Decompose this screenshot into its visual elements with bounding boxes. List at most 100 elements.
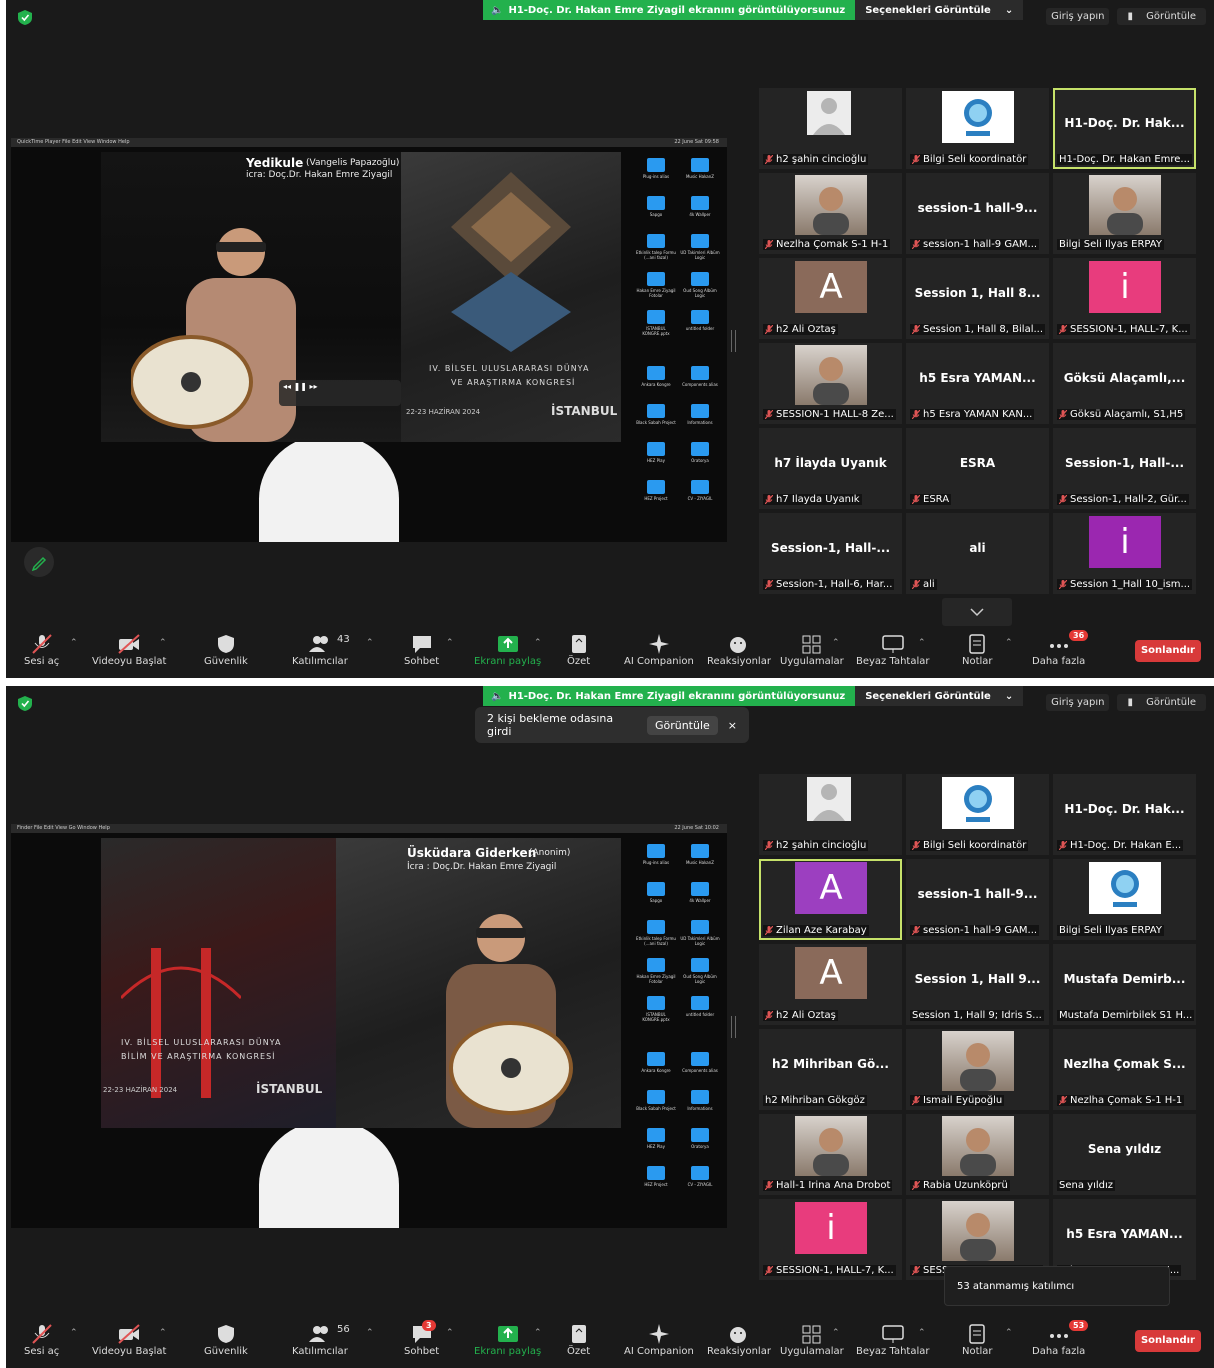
- participant-tile[interactable]: Rabia Uzunköprü: [906, 1114, 1049, 1195]
- caret-up-icon[interactable]: ⌃: [159, 1328, 167, 1338]
- share-screen-button[interactable]: Ekranı paylaş: [474, 634, 541, 667]
- participant-tile[interactable]: i SESSION-1, HALL-7, K...: [759, 1199, 902, 1280]
- participant-tile[interactable]: A Zilan Aze Karabay: [759, 859, 902, 940]
- folder-icon[interactable]: [647, 366, 665, 380]
- folder-icon[interactable]: [647, 920, 665, 934]
- folder-icon[interactable]: [691, 404, 709, 418]
- caret-up-icon[interactable]: ⌃: [446, 638, 454, 648]
- folder-icon[interactable]: [691, 196, 709, 210]
- share-screen-button[interactable]: Ekranı paylaş: [474, 1324, 541, 1357]
- participant-tile[interactable]: Session 1, Hall 8... Session 1, Hall 8, B…: [906, 258, 1049, 339]
- caret-up-icon[interactable]: ⌃: [832, 638, 840, 648]
- notification-close-button[interactable]: ×: [728, 719, 737, 732]
- folder-icon[interactable]: [647, 958, 665, 972]
- folder-icon[interactable]: [691, 234, 709, 248]
- mute-button[interactable]: Sesi aç: [24, 634, 59, 667]
- participant-tile[interactable]: H1-Doç. Dr. Hak... H1-Doç. Dr. Hakan Emre…: [1053, 88, 1196, 169]
- video-controls[interactable]: ◂◂ ❚❚ ▸▸: [279, 380, 401, 406]
- participant-tile[interactable]: ESRA ESRA: [906, 428, 1049, 509]
- folder-icon[interactable]: [647, 1166, 665, 1180]
- ai-companion-button[interactable]: AI Companion: [624, 634, 694, 667]
- security-button[interactable]: Güvenlik: [204, 1324, 248, 1357]
- view-button[interactable]: ▮ Görüntüle: [1117, 694, 1206, 711]
- reactions-button[interactable]: Reaksiyonlar: [707, 634, 771, 667]
- folder-icon[interactable]: [691, 442, 709, 456]
- folder-icon[interactable]: [647, 844, 665, 858]
- caret-up-icon[interactable]: ⌃: [534, 638, 542, 648]
- caret-up-icon[interactable]: ⌃: [366, 1328, 374, 1338]
- summary-button[interactable]: Özet: [567, 634, 590, 667]
- folder-icon[interactable]: [647, 310, 665, 324]
- folder-icon[interactable]: [691, 366, 709, 380]
- folder-icon[interactable]: [647, 158, 665, 172]
- view-options-button[interactable]: Seçenekleri Görüntüle ⌄: [855, 686, 1024, 706]
- participant-tile[interactable]: Bilgi Seli koordinatör: [906, 88, 1049, 169]
- folder-icon[interactable]: [691, 920, 709, 934]
- folder-icon[interactable]: [691, 882, 709, 896]
- participant-tile[interactable]: i Session 1_Hall 10_ism...: [1053, 513, 1196, 594]
- participant-tile[interactable]: SESSION-1 HALL-8 Ze...: [759, 343, 902, 424]
- participant-tile[interactable]: Session-1, Hall-... Session-1, Hall-6, Ha…: [759, 513, 902, 594]
- participant-tile[interactable]: Session-1, Hall-... Session-1, Hall-2, Gü…: [1053, 428, 1196, 509]
- notification-view-button[interactable]: Görüntüle: [646, 715, 718, 735]
- participant-tile[interactable]: Bilgi Seli İlyas ERPAY: [1053, 173, 1196, 254]
- participant-tile[interactable]: Session 1, Hall 9... Session 1, Hall 9; İ…: [906, 944, 1049, 1025]
- folder-icon[interactable]: [647, 442, 665, 456]
- chat-button[interactable]: Sohbet: [404, 634, 439, 667]
- caret-up-icon[interactable]: ⌃: [918, 1328, 926, 1338]
- participant-tile[interactable]: ali ali: [906, 513, 1049, 594]
- caret-up-icon[interactable]: ⌃: [1005, 638, 1013, 648]
- folder-icon[interactable]: [691, 1166, 709, 1180]
- start-video-button[interactable]: Videoyu Başlat: [92, 1324, 166, 1357]
- login-button[interactable]: Giriş yapın: [1046, 694, 1110, 711]
- folder-icon[interactable]: [647, 996, 665, 1010]
- next-page-button[interactable]: [942, 598, 1012, 626]
- security-button[interactable]: Güvenlik: [204, 634, 248, 667]
- folder-icon[interactable]: [691, 480, 709, 494]
- caret-up-icon[interactable]: ⌃: [918, 638, 926, 648]
- notes-button[interactable]: Notlar: [962, 634, 993, 667]
- participant-tile[interactable]: Nezlha Çomak S... Nezlha Çomak S-1 H-1: [1053, 1029, 1196, 1110]
- participant-tile[interactable]: h5 Esra YAMAN... h5 Esra YAMAN KAN...: [906, 343, 1049, 424]
- folder-icon[interactable]: [691, 1128, 709, 1142]
- folder-icon[interactable]: [691, 996, 709, 1010]
- login-button[interactable]: Giriş yapın: [1046, 8, 1110, 25]
- folder-icon[interactable]: [691, 272, 709, 286]
- mute-button[interactable]: Sesi aç: [24, 1324, 59, 1357]
- participant-tile[interactable]: Göksü Alaçamlı,... Göksü Alaçamlı, S1,H5: [1053, 343, 1196, 424]
- ai-companion-button[interactable]: AI Companion: [624, 1324, 694, 1357]
- participant-tile[interactable]: session-1 hall-9... session-1 hall-9 GAM.…: [906, 859, 1049, 940]
- participant-tile[interactable]: İsmail Eyüpoğlu: [906, 1029, 1049, 1110]
- annotate-button[interactable]: [24, 547, 54, 577]
- participant-tile[interactable]: Nezlha Çomak S-1 H-1: [759, 173, 902, 254]
- participant-tile[interactable]: Mustafa Demirb... Mustafa Demirbilek S1 H…: [1053, 944, 1196, 1025]
- participant-tile[interactable]: session-1 hall-9... session-1 hall-9 GAM.…: [906, 173, 1049, 254]
- notes-button[interactable]: Notlar: [962, 1324, 993, 1357]
- participant-tile[interactable]: h2 Mihriban Gö... h2 Mihriban Gökgöz: [759, 1029, 902, 1110]
- caret-up-icon[interactable]: ⌃: [70, 638, 78, 648]
- participant-tile[interactable]: i SESSION-1, HALL-7, K...: [1053, 258, 1196, 339]
- folder-icon[interactable]: [691, 958, 709, 972]
- split-resize-handle[interactable]: [731, 330, 736, 352]
- start-video-button[interactable]: Videoyu Başlat: [92, 634, 166, 667]
- folder-icon[interactable]: [691, 844, 709, 858]
- participant-tile[interactable]: h2 şahin cincioğlu: [759, 88, 902, 169]
- caret-up-icon[interactable]: ⌃: [832, 1328, 840, 1338]
- folder-icon[interactable]: [647, 480, 665, 494]
- participant-tile[interactable]: Hall-1 Irina Ana Drobot: [759, 1114, 902, 1195]
- folder-icon[interactable]: [691, 1052, 709, 1066]
- participant-tile[interactable]: Ah2 Ali Öztaş: [759, 258, 902, 339]
- caret-up-icon[interactable]: ⌃: [534, 1328, 542, 1338]
- folder-icon[interactable]: [647, 234, 665, 248]
- folder-icon[interactable]: [647, 196, 665, 210]
- folder-icon[interactable]: [647, 1052, 665, 1066]
- caret-up-icon[interactable]: ⌃: [159, 638, 167, 648]
- caret-up-icon[interactable]: ⌃: [366, 638, 374, 648]
- end-meeting-button[interactable]: Sonlandır: [1135, 1330, 1201, 1352]
- caret-up-icon[interactable]: ⌃: [1005, 1328, 1013, 1338]
- folder-icon[interactable]: [691, 158, 709, 172]
- folder-icon[interactable]: [647, 404, 665, 418]
- reactions-button[interactable]: Reaksiyonlar: [707, 1324, 771, 1357]
- participant-tile[interactable]: h7 İlayda Uyanık h7 İlayda Uyanık: [759, 428, 902, 509]
- folder-icon[interactable]: [647, 1090, 665, 1104]
